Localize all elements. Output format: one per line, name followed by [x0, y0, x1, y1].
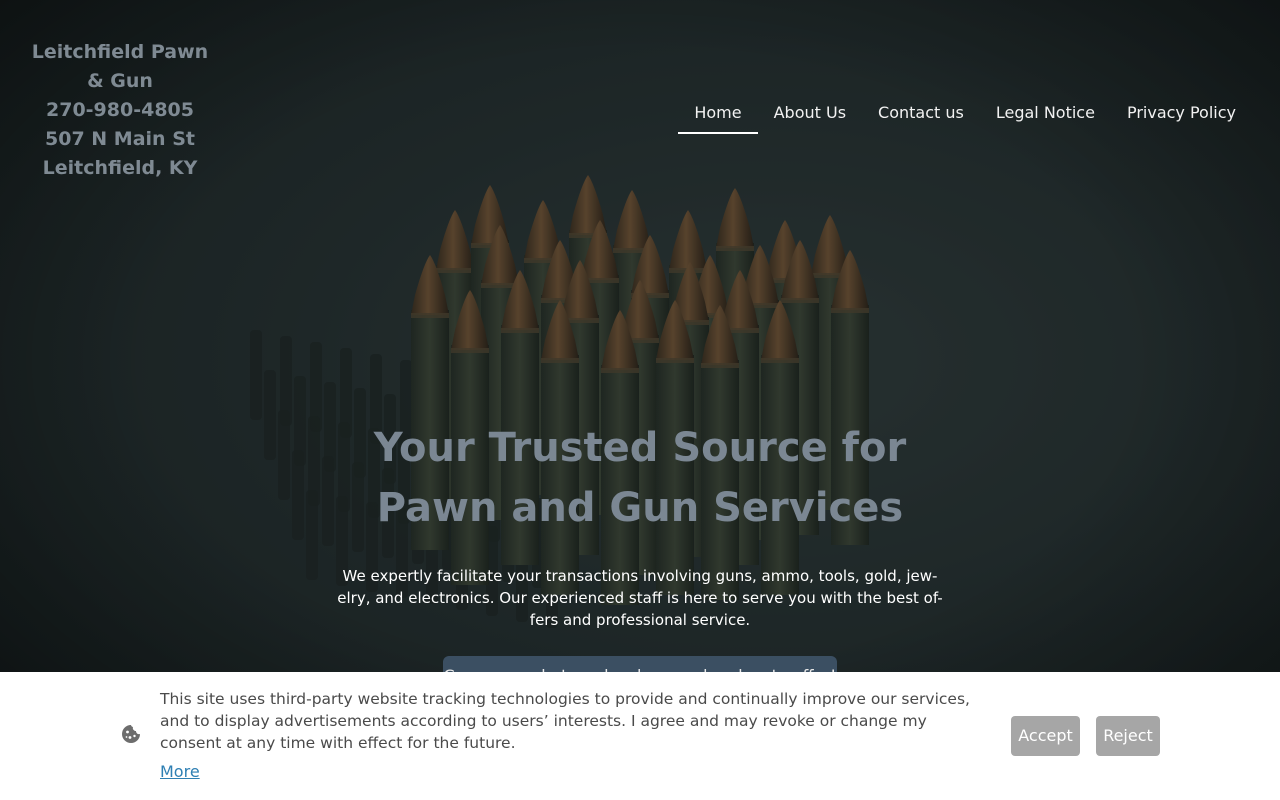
hero-headline-line-2: Pawn and Gun Services — [376, 485, 904, 531]
hero-lead-text: We expertly facilitate your transactions… — [337, 567, 943, 629]
cookie-more-link[interactable]: More — [160, 762, 200, 781]
nav-item-contact-us[interactable]: Contact us — [862, 100, 980, 134]
cookie-reject-button[interactable]: Reject — [1096, 716, 1160, 756]
cookie-icon — [122, 725, 140, 743]
nav-item-legal-notice[interactable]: Legal Notice — [980, 100, 1111, 134]
nav-item-about-us[interactable]: About Us — [758, 100, 862, 134]
logo-line-city: Leitchfield, KY — [42, 157, 198, 179]
site-logo[interactable]: Leitchfield Pawn & Gun 270-980-4805 507 … — [20, 38, 220, 183]
logo-line-street: 507 N Main St — [45, 128, 195, 150]
hero-headline: Your Trusted Source for Pawn and Gun Ser… — [340, 418, 940, 538]
cookie-accept-button[interactable]: Accept — [1011, 716, 1080, 756]
nav-item-privacy-policy[interactable]: Privacy Policy — [1111, 100, 1252, 134]
nav-item-home[interactable]: Home — [678, 100, 758, 134]
logo-line-name-2: & Gun — [87, 70, 153, 92]
logo-line-name-1: Leitchfield Pawn — [31, 41, 209, 63]
cookie-consent-text: This site uses third-party website track… — [160, 690, 970, 752]
logo-line-phone: 270-980-4805 — [46, 99, 194, 121]
hero-headline-line-1: Your Trusted Source for — [373, 425, 907, 471]
main-navigation: Home About Us Contact us Legal Notice Pr… — [678, 100, 1252, 134]
